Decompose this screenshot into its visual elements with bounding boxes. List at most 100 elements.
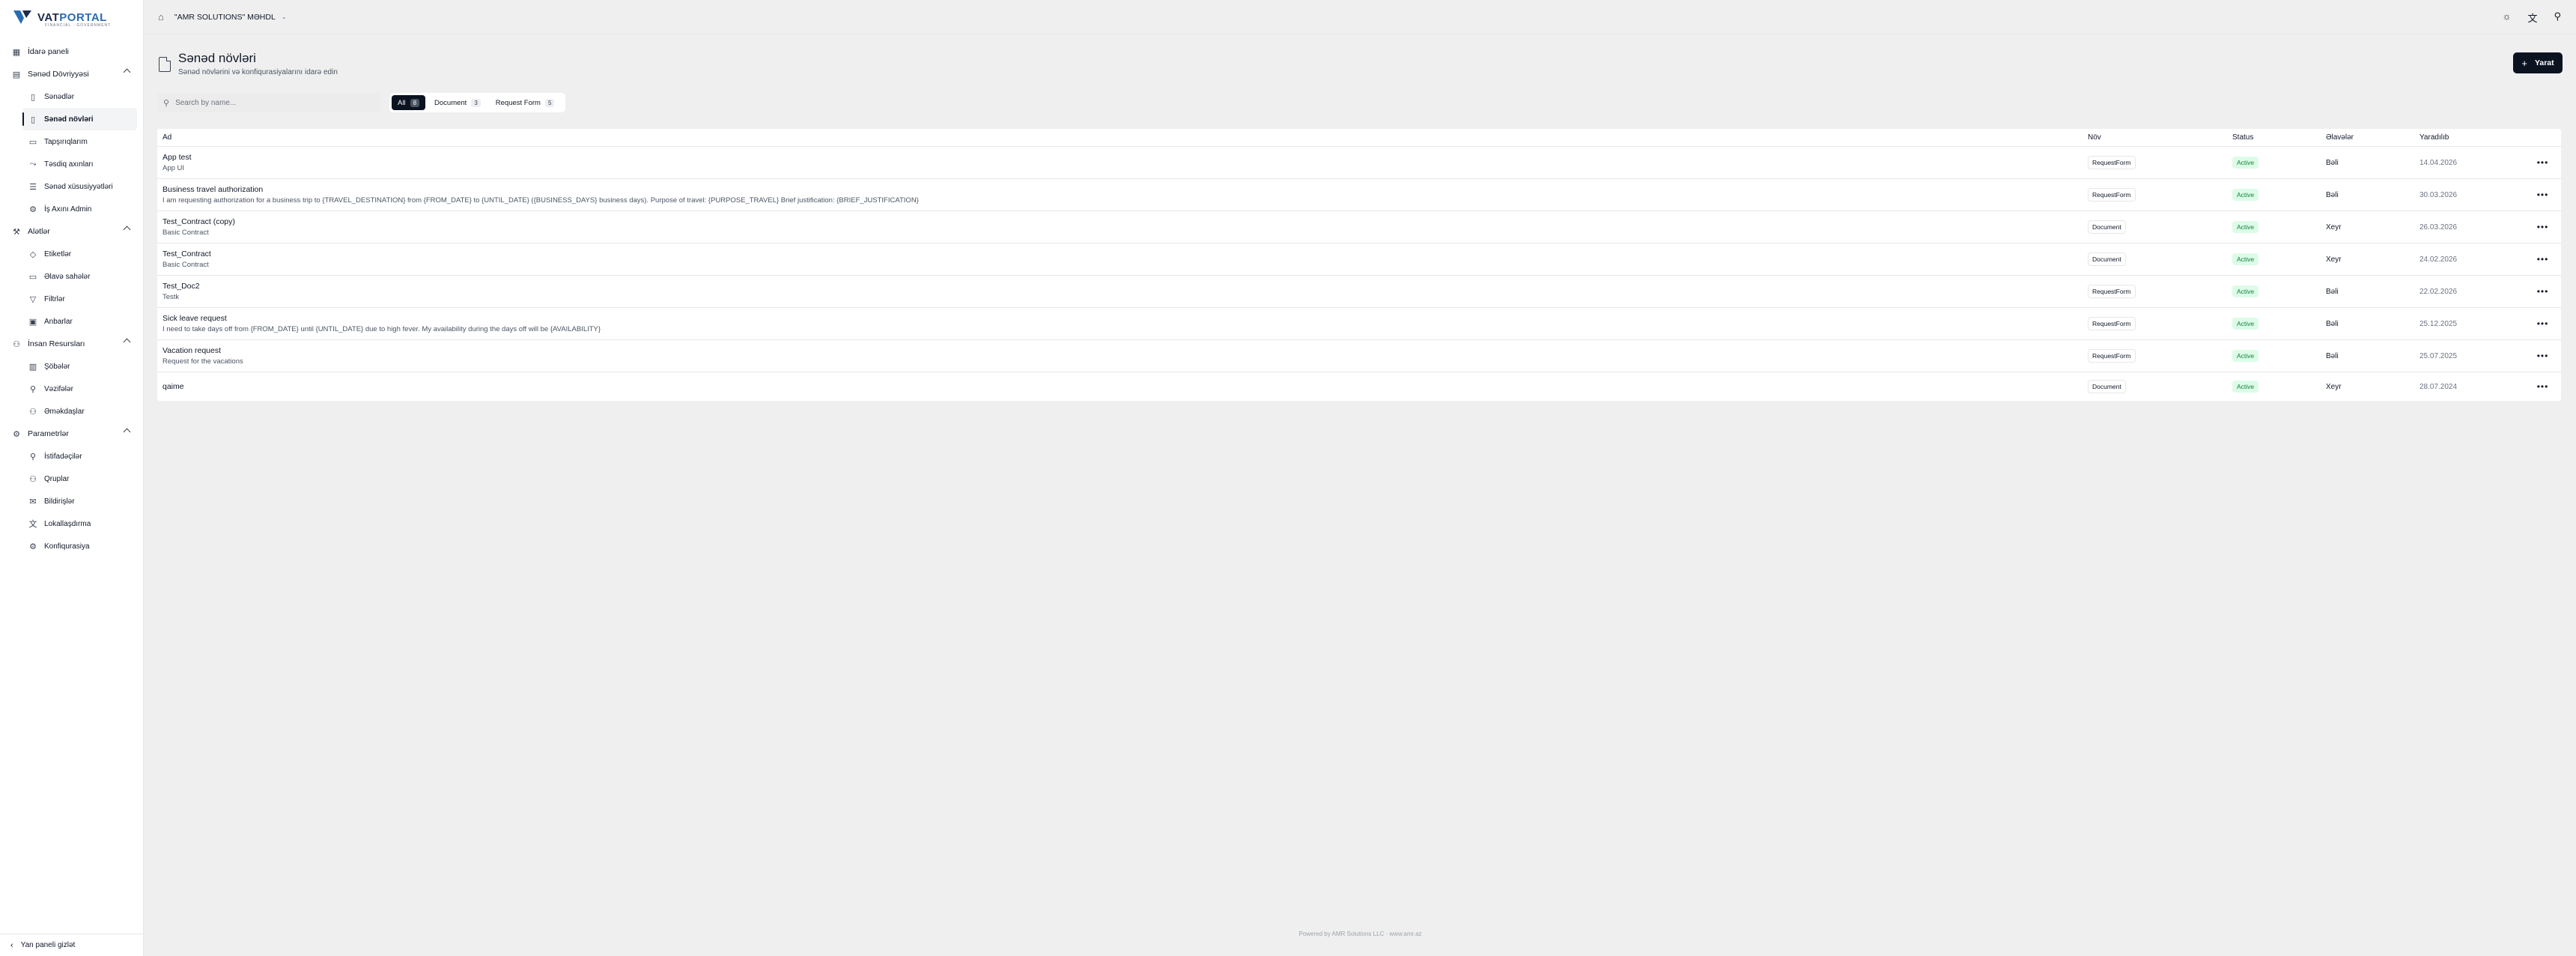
create-button[interactable]: + Yarat (2513, 52, 2563, 73)
table-row[interactable]: Sick leave request I need to take days o… (157, 308, 2561, 340)
sidebar-item-workflow-admin[interactable]: ⚙ İş Axını Admin (22, 198, 137, 220)
row-date-cell: 26.03.2026 (2419, 223, 2524, 232)
row-title[interactable]: Vacation request (162, 346, 2088, 355)
column-header-favorite[interactable]: Əlavələr (2326, 133, 2419, 142)
sidebar-item-dashboard[interactable]: ▦ İdarə paneli (6, 40, 137, 63)
more-options-icon[interactable]: ••• (2537, 351, 2549, 361)
sidebar-item-approval-flows[interactable]: ⤳ Təsdiq axınları (22, 153, 137, 175)
table-row[interactable]: Vacation request Request for the vacatio… (157, 340, 2561, 372)
list-icon: ☰ (29, 182, 37, 192)
more-options-icon[interactable]: ••• (2537, 254, 2549, 264)
row-status-cell: Active (2232, 381, 2326, 393)
sidebar-item-localization[interactable]: 文 Lokallaşdırma (22, 512, 137, 535)
sidebar-item-users[interactable]: ⚲ İstifadəçilər (22, 445, 137, 468)
sidebar-item-positions[interactable]: ⚲ Vəzifələr (22, 378, 137, 400)
column-header-created[interactable]: Yaradılıb (2419, 133, 2524, 142)
more-options-icon[interactable]: ••• (2537, 190, 2549, 200)
row-title[interactable]: Test_Doc2 (162, 282, 2088, 291)
tab-document[interactable]: Document 3 (428, 95, 487, 110)
sidebar-item-departments[interactable]: ▥ Şöbələr (22, 355, 137, 378)
more-options-icon[interactable]: ••• (2537, 222, 2549, 232)
column-header-type[interactable]: Növ (2088, 133, 2232, 142)
brand-logo[interactable]: VATPORTAL FINANCIAL · GOVERNMENT (0, 0, 143, 34)
sidebar-item-document-properties[interactable]: ☰ Sənəd xüsusiyyətləri (22, 175, 137, 198)
sidebar-item-document-types[interactable]: ▯ Sənəd növləri (22, 108, 137, 130)
more-options-icon[interactable]: ••• (2537, 318, 2549, 329)
favorite-value: Bəli (2326, 351, 2339, 360)
table-row[interactable]: Test_Contract Basic Contract Document Ac… (157, 243, 2561, 276)
row-name-cell: Business travel authorization I am reque… (157, 185, 2088, 205)
table-row[interactable]: Test_Doc2 Testk RequestForm Active Bəli … (157, 276, 2561, 308)
sidebar-submenu-hr: ▥ Şöbələr ⚲ Vəzifələr ⚇ Əməkdaşlar (6, 355, 137, 423)
home-icon[interactable]: ⌂ (158, 11, 164, 22)
sidebar-submenu-settings: ⚲ İstifadəçilər ⚇ Qruplar ✉ Bildirişlər 文 Lo… (6, 445, 137, 557)
sidebar-group-label: Parametrlər (28, 429, 69, 438)
sidebar-group-doc-flow[interactable]: ▤ Sənəd Dövriyyəsi (6, 63, 137, 85)
row-type-cell: RequestForm (2088, 349, 2232, 363)
row-type-cell: RequestForm (2088, 317, 2232, 330)
sidebar-item-my-tasks[interactable]: ▭ Tapşırıqlarım (22, 130, 137, 153)
created-date: 28.07.2024 (2419, 382, 2458, 391)
tab-request-form[interactable]: Request Form 5 (490, 95, 561, 110)
column-header-status[interactable]: Status (2232, 133, 2326, 142)
fields-icon: ▭ (28, 272, 37, 282)
sidebar-group-hr[interactable]: ⚇ İnsan Resursları (6, 333, 137, 355)
search-box: ⚲ (157, 93, 380, 112)
status-badge: Active (2232, 221, 2259, 233)
created-date: 24.02.2026 (2419, 255, 2458, 264)
row-favorite-cell: Bəli (2326, 352, 2419, 360)
sidebar-item-notifications[interactable]: ✉ Bildirişlər (22, 490, 137, 512)
collapse-sidebar-button[interactable]: ‹ Yan paneli gizlət (0, 934, 144, 956)
sidebar-group-tools[interactable]: ⚒ Alətlər (6, 220, 137, 243)
row-favorite-cell: Bəli (2326, 191, 2419, 199)
row-title[interactable]: App test (162, 153, 2088, 162)
table-row[interactable]: Business travel authorization I am reque… (157, 179, 2561, 211)
sidebar-item-documents[interactable]: ▯ Sənədlər (22, 85, 137, 108)
user-profile-icon[interactable]: ⚲ (2554, 10, 2561, 25)
row-title[interactable]: Test_Contract (copy) (162, 217, 2088, 226)
row-favorite-cell: Bəli (2326, 288, 2419, 296)
chevron-up-icon (123, 428, 131, 436)
theme-toggle-icon[interactable]: ☼ (2503, 10, 2512, 25)
chevron-up-icon (123, 68, 131, 76)
footer: Powered by AMR Solutions LLC · www.amr.a… (1298, 931, 1422, 937)
more-options-icon[interactable]: ••• (2537, 286, 2549, 297)
row-title[interactable]: Test_Contract (162, 249, 2088, 258)
table-row[interactable]: qaime Document Active Xeyr 28.07.2024 ••… (157, 372, 2561, 401)
sidebar-item-storages[interactable]: ▣ Anbarlar (22, 310, 137, 333)
row-title[interactable]: Business travel authorization (162, 185, 2088, 194)
sidebar-item-custom-fields[interactable]: ▭ Əlavə sahələr (22, 265, 137, 288)
sidebar-item-filters[interactable]: ▽ Filtrlər (22, 288, 137, 310)
language-icon[interactable]: 文 (2527, 10, 2537, 25)
type-badge: Document (2088, 220, 2126, 234)
sidebar-item-configuration[interactable]: ⚙ Konfiqurasiya (22, 535, 137, 557)
search-input[interactable] (175, 98, 363, 107)
topbar-actions: ☼ 文 ⚲ (2503, 10, 2561, 25)
row-title[interactable]: Sick leave request (162, 314, 2088, 323)
row-actions-cell: ••• (2524, 318, 2561, 329)
table-body: App test App UI RequestForm Active Bəli … (157, 147, 2561, 401)
table-row[interactable]: Test_Contract (copy) Basic Contract Docu… (157, 211, 2561, 243)
tab-count: 5 (544, 98, 555, 107)
sidebar-item-tags[interactable]: ◇ Etiketlər (22, 243, 137, 265)
company-name: "AMR SOLUTIONS" MƏHDL (174, 12, 276, 22)
more-options-icon[interactable]: ••• (2537, 157, 2549, 168)
type-filter-tabs: All 8 Document 3 Request Form 5 (389, 93, 566, 112)
favorite-value: Bəli (2326, 190, 2339, 199)
chevron-up-icon (123, 226, 131, 234)
type-badge: RequestForm (2088, 349, 2136, 363)
chevron-left-icon: ‹ (10, 940, 13, 950)
search-icon: ⚲ (163, 98, 170, 108)
table-row[interactable]: App test App UI RequestForm Active Bəli … (157, 147, 2561, 179)
row-title[interactable]: qaime (162, 382, 2088, 391)
created-date: 25.07.2025 (2419, 351, 2458, 360)
sidebar-item-groups[interactable]: ⚇ Qruplar (22, 468, 137, 490)
column-header-name[interactable]: Ad (157, 133, 2088, 142)
user-icon: ⚲ (29, 384, 37, 394)
row-status-cell: Active (2232, 350, 2326, 362)
more-options-icon[interactable]: ••• (2537, 381, 2549, 392)
company-selector[interactable]: "AMR SOLUTIONS" MƏHDL ⌄ (174, 13, 287, 22)
sidebar-item-employees[interactable]: ⚇ Əməkdaşlar (22, 400, 137, 423)
tab-all[interactable]: All 8 (392, 95, 426, 110)
sidebar-group-settings[interactable]: ⚙ Parametrlər (6, 423, 137, 445)
